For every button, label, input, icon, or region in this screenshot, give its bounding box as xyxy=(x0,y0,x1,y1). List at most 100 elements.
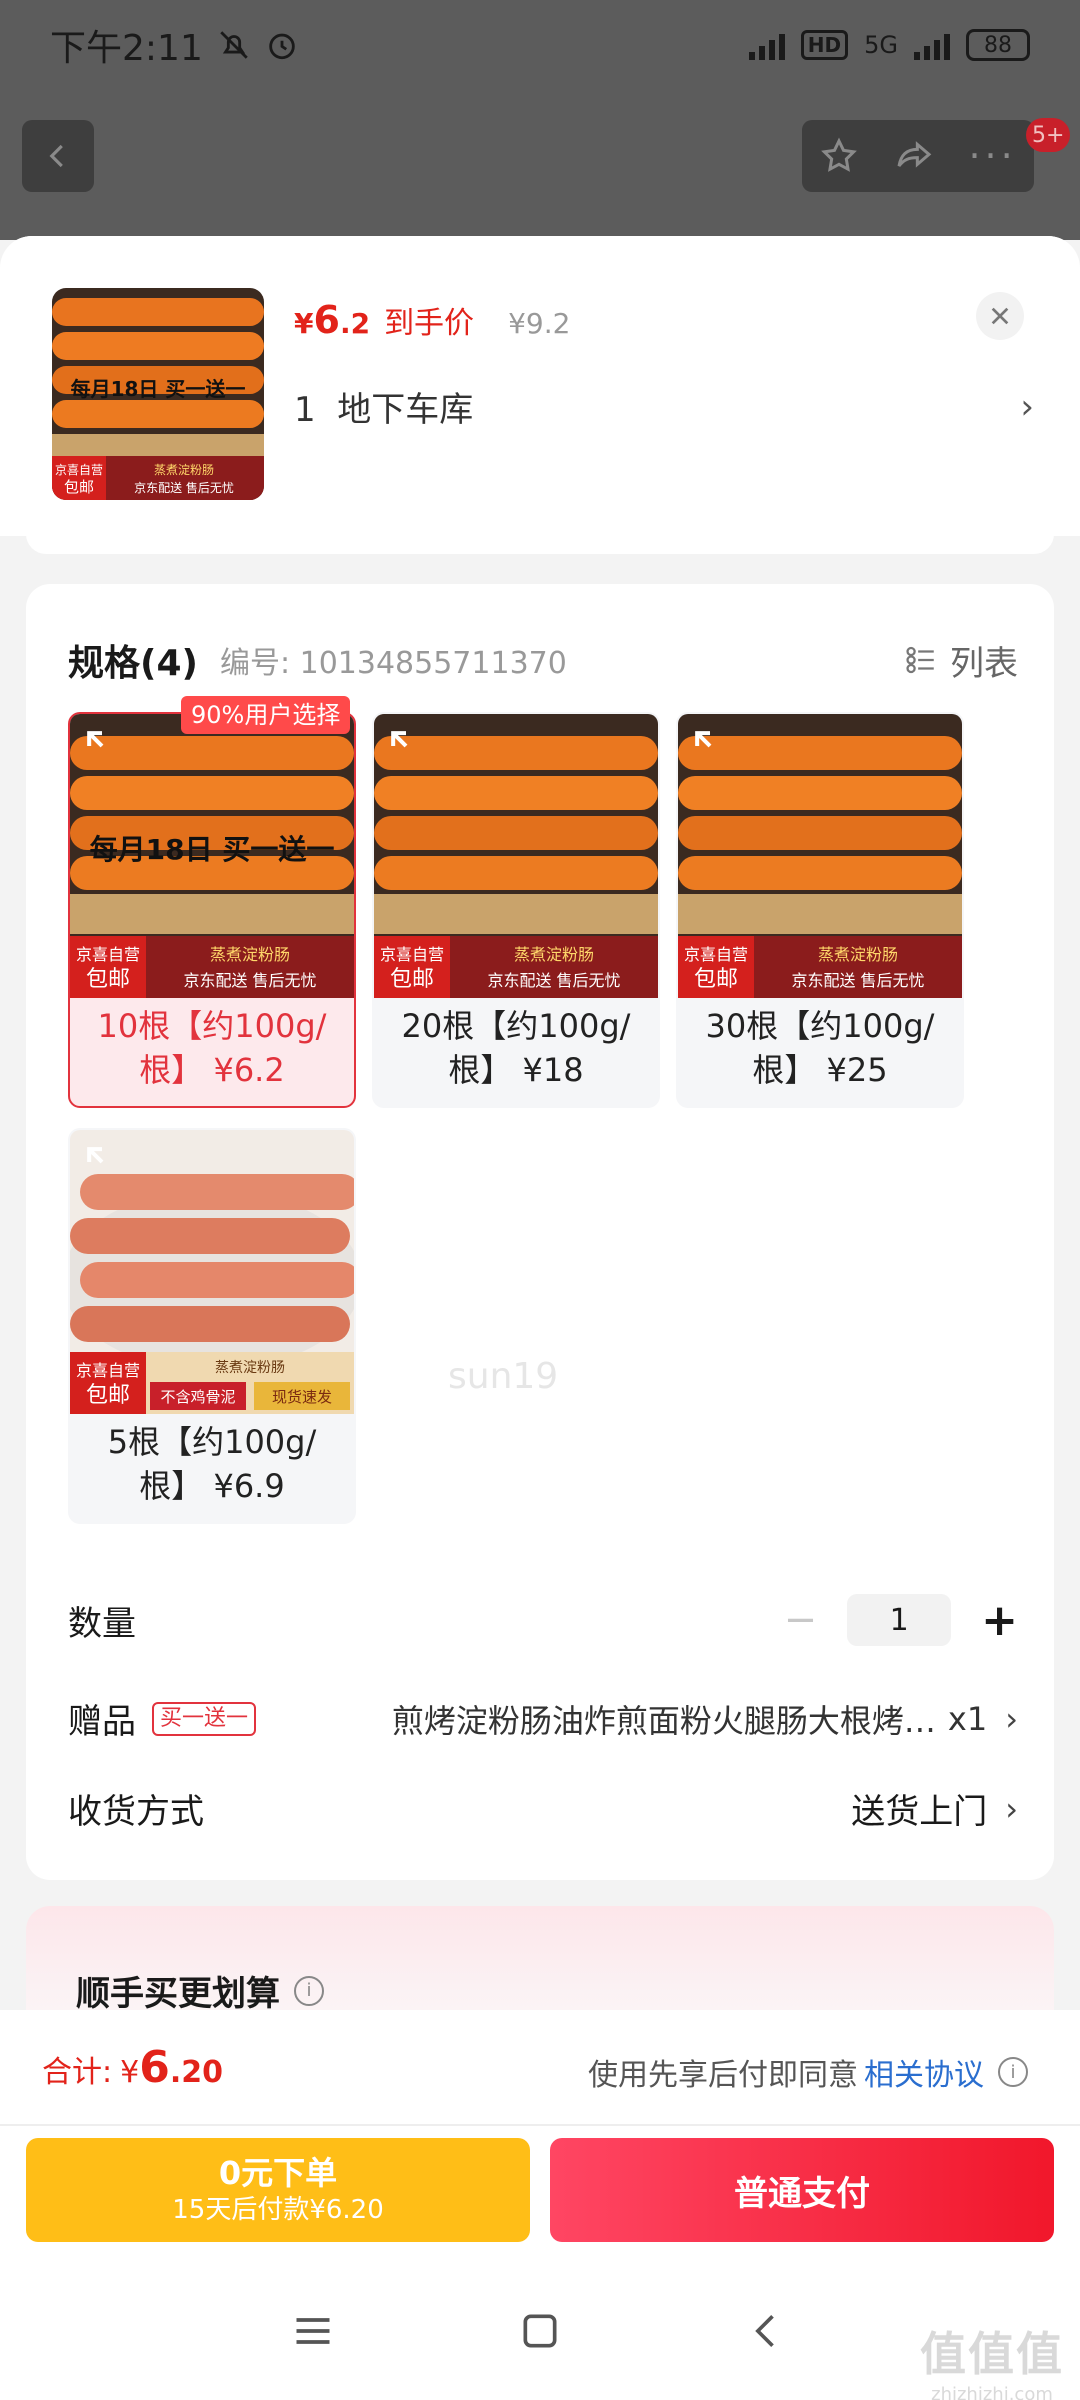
svg-text:京喜自营: 京喜自营 xyxy=(76,1361,140,1380)
home-icon[interactable] xyxy=(518,2309,562,2353)
plus-button[interactable]: + xyxy=(981,1595,1018,1646)
star-icon[interactable] xyxy=(819,136,859,176)
hd-icon: HD xyxy=(800,30,849,60)
gift-quantity: x1 xyxy=(947,1699,988,1738)
network-label: 5G xyxy=(864,31,898,59)
option-label: 10根【约100g/根】 ¥6.2 xyxy=(97,1007,327,1089)
spec-option-20[interactable]: 京喜自营 包邮 蒸煮淀粉肠 京东配送 售后无忧 20根【约100g/根】 ¥18 xyxy=(372,712,660,1108)
chevron-left-icon xyxy=(49,144,63,168)
quantity-row: 数量 − 1 + xyxy=(68,1594,1018,1646)
expand-icon[interactable] xyxy=(80,1140,124,1184)
svg-text:包邮: 包邮 xyxy=(390,967,434,992)
sheet-header: 每月18日 买一送一 京喜自营 包邮 蒸煮淀粉肠 京东配送 售后无忧 ¥6.2 … xyxy=(0,236,1080,536)
top-actions: ··· xyxy=(802,120,1034,192)
site-watermark: 值值值 zhizhizhi.com xyxy=(920,2327,1064,2400)
svg-text:现货速发: 现货速发 xyxy=(272,1388,332,1406)
option-label: 5根【约100g/根】 ¥6.9 xyxy=(107,1423,317,1505)
message-badge: 5+ xyxy=(1026,118,1071,152)
system-nav-bar xyxy=(0,2262,1080,2400)
quantity-label: 数量 xyxy=(68,1603,136,1644)
svg-text:包邮: 包邮 xyxy=(694,967,738,992)
option-label: 20根【约100g/根】 ¥18 xyxy=(401,1007,631,1089)
back-icon[interactable] xyxy=(745,2309,789,2353)
svg-text:京东配送 售后无忧: 京东配送 售后无忧 xyxy=(791,971,924,990)
expand-icon[interactable] xyxy=(80,724,124,768)
expand-icon[interactable] xyxy=(384,724,428,768)
svg-text:京东配送 售后无忧: 京东配送 售后无忧 xyxy=(183,971,316,990)
gift-text: 煎烤淀粉肠油炸煎面粉火腿肠大根烤… xyxy=(391,1701,936,1740)
menu-icon[interactable] xyxy=(291,2309,335,2353)
alarm-icon xyxy=(269,33,295,60)
address-text: 1 地下车库 xyxy=(294,390,474,430)
sausage-image: 每月18日 买一送一 京喜自营 包邮 蒸煮淀粉肠 京东配送 售后无忧 xyxy=(52,288,264,500)
svg-text:包邮: 包邮 xyxy=(86,1383,130,1408)
info-icon[interactable]: i xyxy=(294,1975,324,2006)
signal-5g-icon xyxy=(914,30,950,60)
expand-icon[interactable] xyxy=(688,724,732,768)
spec-option-30[interactable]: 京喜自营 包邮 蒸煮淀粉肠 京东配送 售后无忧 30根【约100g/根】 ¥25 xyxy=(676,712,964,1108)
gift-row[interactable]: 赠品 买一送一 煎烤淀粉肠油炸煎面粉火腿肠大根烤… x1 › xyxy=(68,1694,1018,1743)
list-view-toggle[interactable]: 列表 xyxy=(904,636,1018,685)
chevron-right-icon: › xyxy=(1020,386,1034,427)
thumb-promo-text: 每月18日 买一送一 xyxy=(71,377,246,401)
svg-text:不含鸡骨泥: 不含鸡骨泥 xyxy=(160,1388,235,1406)
gift-tag: 买一送一 xyxy=(152,1701,257,1736)
signal-icon xyxy=(748,30,785,60)
svg-text:蒸煮淀粉肠: 蒸煮淀粉肠 xyxy=(210,945,290,964)
battery-icon: 88 xyxy=(966,29,1030,61)
svg-text:京喜自营: 京喜自营 xyxy=(380,945,444,964)
spec-option-5[interactable]: 京喜自营 包邮 蒸煮淀粉肠 不含鸡骨泥 现货速发 5根【约100g/根】 ¥6.… xyxy=(68,1128,356,1524)
chevron-right-icon: › xyxy=(1005,1699,1018,1738)
svg-text:京喜自营: 京喜自营 xyxy=(76,945,140,964)
original-price: ¥9.2 xyxy=(508,307,571,340)
total-price: 合计: ¥ 6 .20 xyxy=(42,2042,223,2093)
share-icon[interactable] xyxy=(894,136,934,176)
quantity-stepper: − 1 + xyxy=(784,1594,1018,1646)
more-icon[interactable]: ··· xyxy=(968,134,1016,178)
svg-text:包邮: 包邮 xyxy=(86,967,130,992)
svg-text:京东配送 售后无忧: 京东配送 售后无忧 xyxy=(134,480,234,495)
spec-title: 规格(4) xyxy=(68,643,198,684)
back-button[interactable] xyxy=(22,120,94,192)
svg-text:每月18日 买一送一: 每月18日 买一送一 xyxy=(90,833,335,866)
delivery-row[interactable]: 收货方式 送货上门 › xyxy=(68,1784,1018,1833)
list-icon xyxy=(906,646,934,674)
upsell-title: 顺手买更划算 i xyxy=(76,1966,324,2015)
popular-badge: 90%用户选择 xyxy=(181,696,351,734)
price-row: ¥6.2 到手价 ¥9.2 xyxy=(294,298,570,342)
gift-label: 赠品 xyxy=(68,1702,136,1742)
pay-later-button[interactable]: 0元下单 15天后付款¥6.20 xyxy=(26,2138,530,2242)
price-tag: 到手价 xyxy=(384,306,475,341)
spec-header: 规格(4) 编号: 10134855711370 列表 xyxy=(68,634,1018,686)
svg-text:蒸煮淀粉肠: 蒸煮淀粉肠 xyxy=(818,945,898,964)
collapsed-section xyxy=(26,532,1054,554)
svg-text:京喜自营: 京喜自营 xyxy=(55,463,103,477)
info-icon[interactable]: i xyxy=(998,2057,1028,2087)
sku-code: 编号: 10134855711370 xyxy=(219,646,567,681)
agreement-link[interactable]: 相关协议 xyxy=(864,2050,984,2094)
status-bar: 下午2:11 HD 5G 88 xyxy=(0,0,1080,90)
clock: 下午2:11 xyxy=(50,28,203,69)
close-button[interactable] xyxy=(976,292,1024,340)
svg-text:京喜自营: 京喜自营 xyxy=(684,945,748,964)
image-watermark: sun19 xyxy=(448,1356,559,1397)
delivery-value: 送货上门 xyxy=(851,1792,988,1832)
agreement-text: 使用先享后付即同意 相关协议 i xyxy=(588,2050,1028,2094)
svg-text:蒸煮淀粉肠: 蒸煮淀粉肠 xyxy=(514,945,594,964)
svg-text:蒸煮淀粉肠: 蒸煮淀粉肠 xyxy=(154,463,214,477)
minus-button[interactable]: − xyxy=(784,1597,818,1643)
spec-option-10[interactable]: 每月18日 买一送一 京喜自营 包邮 蒸煮淀粉肠 京东配送 售后无忧 10根【约… xyxy=(68,712,356,1108)
quantity-value[interactable]: 1 xyxy=(847,1594,952,1646)
divider xyxy=(0,2124,1080,2126)
svg-text:蒸煮淀粉肠: 蒸煮淀粉肠 xyxy=(215,1360,285,1376)
svg-text:包邮: 包邮 xyxy=(64,478,94,496)
chevron-right-icon: › xyxy=(1005,1789,1018,1828)
delivery-label: 收货方式 xyxy=(68,1792,204,1832)
pay-now-button[interactable]: 普通支付 xyxy=(550,2138,1054,2242)
spec-card: 规格(4) 编号: 10134855711370 列表 每月18日 买一送一 京… xyxy=(26,584,1054,1880)
mute-bell-icon xyxy=(220,31,248,59)
option-label: 30根【约100g/根】 ¥25 xyxy=(705,1007,935,1089)
product-thumbnail[interactable]: 每月18日 买一送一 京喜自营 包邮 蒸煮淀粉肠 京东配送 售后无忧 xyxy=(52,288,264,500)
price: ¥6.2 xyxy=(294,298,371,342)
address-selector[interactable]: 1 地下车库 › xyxy=(294,382,1034,431)
